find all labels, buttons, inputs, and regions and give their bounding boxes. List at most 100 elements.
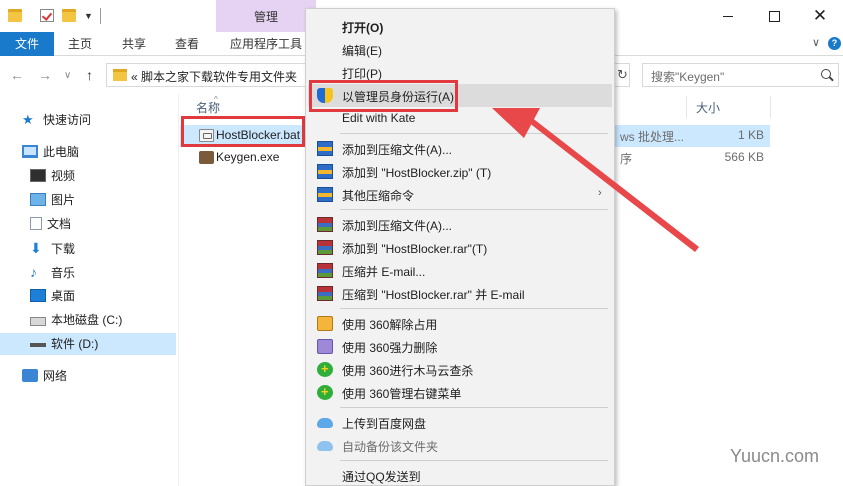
nav-label: 本地磁盘 (C:) [51,313,123,327]
recent-locations-icon[interactable]: ∨ [64,70,71,81]
menu-item-360-manage-menu[interactable]: 使用 360管理右键菜单 [308,381,612,404]
back-arrow-icon[interactable]: ← [10,67,24,83]
menu-label: 压缩到 "HostBlocker.rar" 并 E-mail [342,288,525,302]
column-header-size[interactable]: 大小 [696,99,720,116]
nav-drive-c[interactable]: 本地磁盘 (C:) [30,309,122,331]
zip-archive-icon [317,187,333,202]
menu-item-edit[interactable]: 编辑(E) [308,38,612,61]
tab-view[interactable]: 查看 [175,32,199,56]
properties-icon[interactable] [40,9,54,22]
watermark-text: Yuucn.com [730,446,820,466]
tab-share[interactable]: 共享 [122,32,146,56]
drive-icon [30,317,46,326]
forward-arrow-icon[interactable]: → [38,67,52,83]
unlock-icon [317,316,333,331]
nav-drive-d[interactable]: 软件 (D:) [0,333,176,355]
file-type: ws 批处理... [620,130,685,144]
nav-pictures[interactable]: 图片 [30,189,75,211]
nav-label: 网络 [43,369,68,383]
video-folder-icon [30,169,46,182]
menu-label: 压缩并 E-mail... [342,265,426,279]
search-icon[interactable] [821,69,831,79]
minimize-button[interactable] [705,0,751,32]
file-name: Keygen.exe [216,150,280,164]
menu-label: 上传到百度网盘 [342,417,427,431]
menu-label: 添加到 "HostBlocker.rar"(T) [342,242,488,256]
menu-label: 编辑(E) [342,44,382,58]
menu-item-compress-and-email[interactable]: 压缩并 E-mail... [308,259,612,282]
nav-documents[interactable]: 文档 [30,213,71,235]
zip-archive-icon [317,164,333,179]
pictures-folder-icon [30,193,46,206]
pane-divider[interactable] [178,94,179,486]
nav-label: 文档 [47,217,72,231]
nav-quick-access[interactable]: ★ 快速访问 [22,109,91,131]
toolbar-separator [100,8,101,24]
nav-label: 音乐 [51,266,76,280]
download-arrow-icon: ⬇ [30,240,42,256]
search-input[interactable]: 搜索"Keygen" [642,63,839,87]
up-arrow-icon[interactable]: ↑ [86,67,93,83]
menu-label: 使用 360进行木马云查杀 [342,364,474,378]
nav-label: 桌面 [51,289,76,303]
menu-item-add-to-archive-rar[interactable]: 添加到压缩文件(A)... [308,213,612,236]
menu-label: 添加到压缩文件(A)... [342,219,452,233]
menu-item-360-trojan-scan[interactable]: 使用 360进行木马云查杀 [308,358,612,381]
column-separator[interactable] [770,96,771,118]
menu-separator [340,133,608,134]
tab-application-tools[interactable]: 应用程序工具 [230,32,302,56]
menu-item-360-unlock[interactable]: 使用 360解除占用 [308,312,612,335]
file-size: 566 KB [724,150,764,164]
menu-item-360-force-delete[interactable]: 使用 360强力删除 [308,335,612,358]
manage-contextual-tab[interactable]: 管理 [216,0,316,32]
maximize-button[interactable] [751,0,797,32]
drive-icon [30,343,46,347]
shredder-icon [317,339,333,354]
tab-home[interactable]: 主页 [68,32,92,56]
close-button[interactable]: ✕ [797,0,843,32]
music-note-icon: ♪ [30,264,37,280]
winrar-icon [317,286,333,301]
menu-label: 使用 360解除占用 [342,318,438,332]
nav-desktop[interactable]: 桌面 [30,285,75,307]
menu-label: 使用 360强力删除 [342,341,438,355]
address-path[interactable]: « 脚本之家下载软件专用文件夹 [131,68,297,85]
menu-separator [340,209,608,210]
winrar-icon [317,217,333,232]
nav-videos[interactable]: 视频 [30,165,75,187]
folder-icon[interactable] [8,9,22,22]
menu-item-open[interactable]: 打开(O) [308,15,612,38]
winrar-icon [317,240,333,255]
menu-item-add-to-hostblocker-rar[interactable]: 添加到 "HostBlocker.rar"(T) [308,236,612,259]
menu-label: 使用 360管理右键菜单 [342,387,462,401]
menu-item-send-via-qq[interactable]: 通过QQ发送到 [308,464,612,486]
help-icon[interactable]: ? [828,37,841,50]
tab-file[interactable]: 文件 [0,32,54,56]
menu-item-upload-baidu[interactable]: 上传到百度网盘 [308,411,612,434]
zip-archive-icon [317,141,333,156]
application-icon [199,151,214,164]
nav-music[interactable]: ♪ 音乐 [30,261,75,283]
expand-ribbon-icon[interactable]: ∨ [812,36,820,49]
column-header-name[interactable]: ^ 名称 [196,95,220,116]
file-size: 1 KB [737,128,764,142]
menu-item-add-to-hostblocker-zip[interactable]: 添加到 "HostBlocker.zip" (T) [308,160,612,183]
menu-label: 其他压缩命令 [342,189,415,203]
nav-downloads[interactable]: ⬇ 下载 [30,237,75,259]
menu-item-compress-rar-and-email[interactable]: 压缩到 "HostBlocker.rar" 并 E-mail [308,282,612,305]
star-icon: ★ [22,112,34,127]
nav-network[interactable]: 网络 [22,365,67,387]
menu-item-other-compress[interactable]: 其他压缩命令 › [308,183,612,206]
cloud-upload-icon [317,418,333,428]
360-security-icon [317,361,333,377]
menu-item-add-to-archive-zip[interactable]: 添加到压缩文件(A)... [308,137,612,160]
column-separator[interactable] [686,96,687,118]
refresh-icon[interactable]: ↻ [617,67,628,83]
customize-toolbar-icon[interactable]: ▼ [84,11,93,21]
menu-label: 添加到 "HostBlocker.zip" (T) [342,166,492,180]
new-folder-icon[interactable] [62,9,76,22]
menu-separator [340,407,608,408]
nav-this-pc[interactable]: 此电脑 [22,141,79,163]
menu-label: Edit with Kate [342,111,416,125]
nav-label: 软件 (D:) [51,337,99,351]
